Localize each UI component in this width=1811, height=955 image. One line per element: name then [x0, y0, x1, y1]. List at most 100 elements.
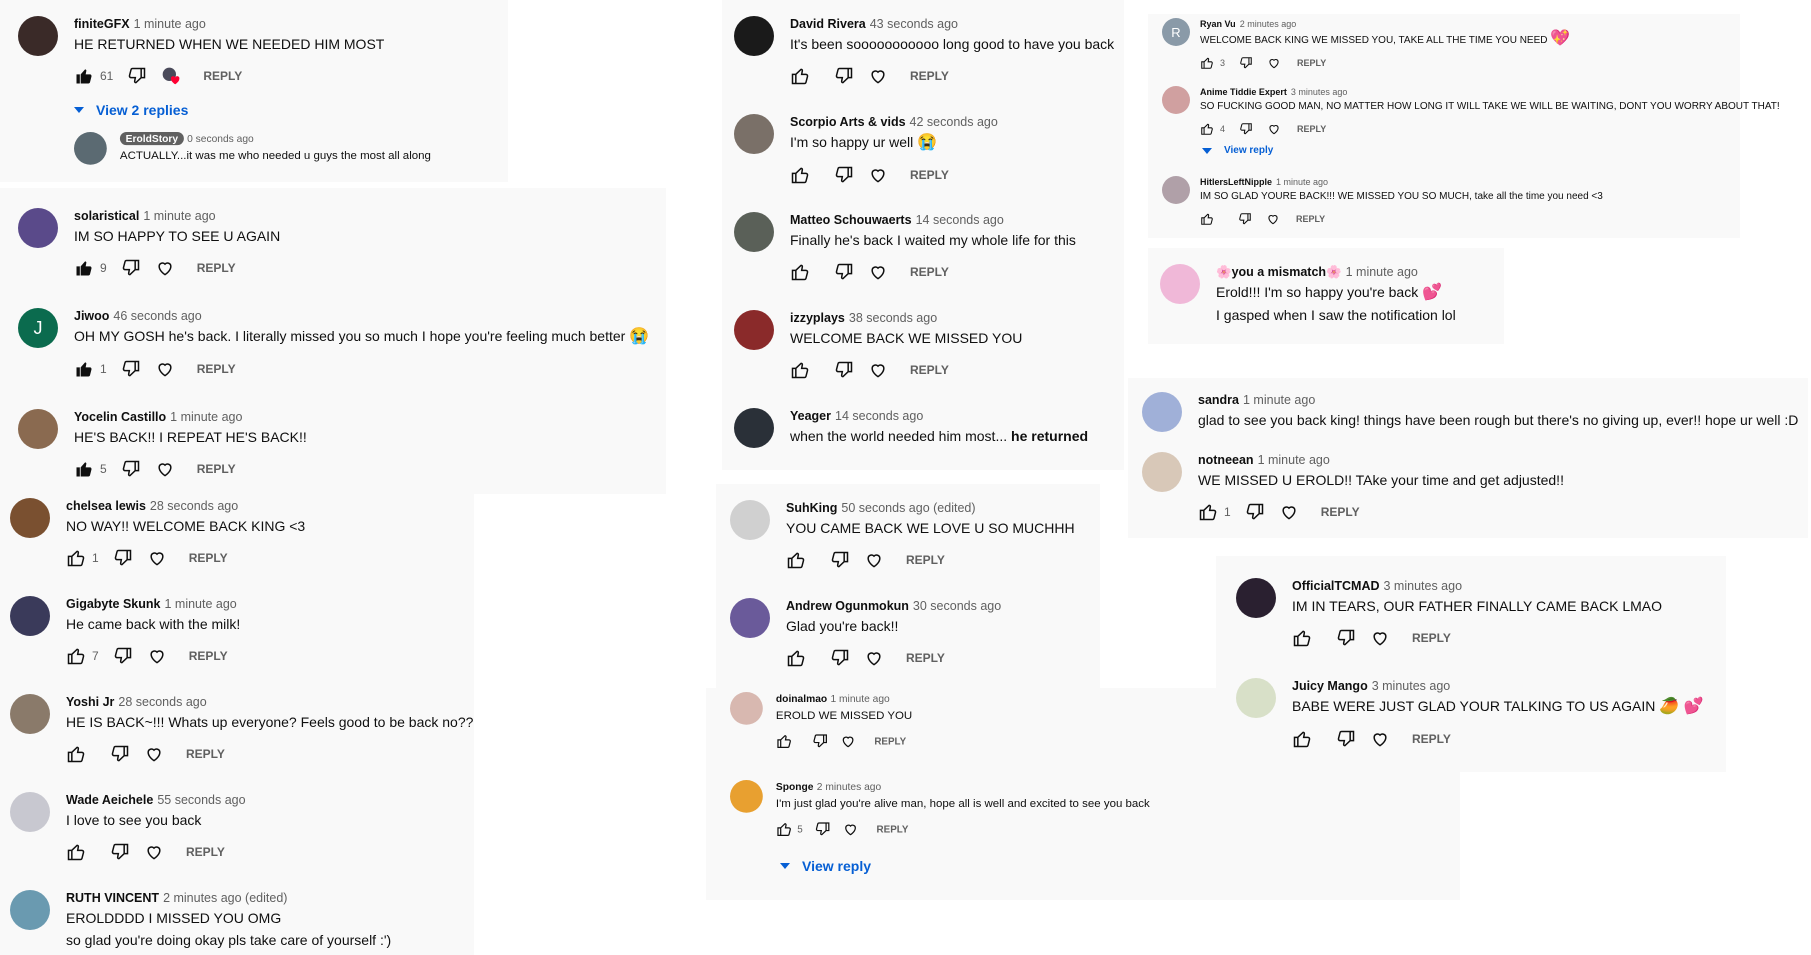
- dislike-icon[interactable]: [834, 165, 854, 185]
- reply-button[interactable]: REPLY: [189, 649, 228, 663]
- avatar[interactable]: [18, 16, 58, 56]
- dislike-icon[interactable]: [830, 550, 850, 570]
- dislike-icon[interactable]: [110, 842, 130, 862]
- dislike-icon[interactable]: [1239, 56, 1253, 70]
- author-name[interactable]: Scorpio Arts & vids: [790, 115, 906, 129]
- like-icon[interactable]: [66, 842, 86, 862]
- like-icon[interactable]: [66, 744, 86, 764]
- like-icon[interactable]: [74, 459, 94, 479]
- heart-icon[interactable]: [1279, 502, 1299, 522]
- heart-icon[interactable]: [842, 821, 858, 837]
- avatar[interactable]: [10, 498, 50, 538]
- dislike-icon[interactable]: [1336, 628, 1356, 648]
- reply-button[interactable]: REPLY: [197, 462, 236, 476]
- like-icon[interactable]: [790, 165, 810, 185]
- reply-button[interactable]: REPLY: [906, 553, 945, 567]
- reply-button[interactable]: REPLY: [197, 362, 236, 376]
- dislike-icon[interactable]: [834, 360, 854, 380]
- avatar[interactable]: [10, 694, 50, 734]
- dislike-icon[interactable]: [127, 66, 147, 86]
- dislike-icon[interactable]: [814, 821, 830, 837]
- author-name[interactable]: SuhKing: [786, 501, 837, 515]
- heart-icon[interactable]: [1267, 122, 1281, 136]
- avatar[interactable]: [1162, 86, 1190, 114]
- reply-button[interactable]: REPLY: [1297, 58, 1326, 68]
- reply-button[interactable]: REPLY: [910, 265, 949, 279]
- author-name[interactable]: 🌸you a mismatch🌸: [1216, 265, 1342, 279]
- like-icon[interactable]: [1200, 122, 1214, 136]
- reply-button[interactable]: REPLY: [1297, 124, 1326, 134]
- like-icon[interactable]: [66, 548, 86, 568]
- dislike-icon[interactable]: [1238, 212, 1252, 226]
- heart-icon[interactable]: [147, 548, 167, 568]
- like-icon[interactable]: [790, 262, 810, 282]
- dislike-icon[interactable]: [121, 258, 141, 278]
- reply-button[interactable]: REPLY: [203, 69, 242, 83]
- like-icon[interactable]: [1200, 212, 1214, 226]
- avatar[interactable]: [10, 890, 50, 930]
- author-name[interactable]: OfficialTCMAD: [1292, 579, 1380, 593]
- avatar[interactable]: J: [18, 308, 58, 348]
- heart-icon[interactable]: [868, 262, 888, 282]
- reply-button[interactable]: REPLY: [874, 735, 906, 746]
- reply-button[interactable]: REPLY: [189, 551, 228, 565]
- reply-button[interactable]: REPLY: [910, 69, 949, 83]
- heart-icon[interactable]: [1370, 729, 1390, 749]
- heart-icon[interactable]: [144, 744, 164, 764]
- author-name[interactable]: sandra: [1198, 393, 1239, 407]
- author-name[interactable]: EroldStory: [119, 132, 184, 146]
- avatar[interactable]: [1142, 392, 1182, 432]
- author-name[interactable]: Jiwoo: [74, 309, 109, 323]
- avatar[interactable]: [734, 408, 774, 448]
- heart-icon[interactable]: [155, 258, 175, 278]
- dislike-icon[interactable]: [834, 262, 854, 282]
- author-name[interactable]: Yoshi Jr: [66, 695, 114, 709]
- author-name[interactable]: doinalmao: [776, 693, 827, 704]
- heart-icon[interactable]: [1267, 56, 1281, 70]
- dislike-icon[interactable]: [812, 733, 828, 749]
- author-name[interactable]: Ryan Vu: [1200, 19, 1236, 29]
- like-icon[interactable]: [74, 66, 94, 86]
- author-name[interactable]: Juicy Mango: [1292, 679, 1368, 693]
- avatar[interactable]: [18, 208, 58, 248]
- reply-button[interactable]: REPLY: [1321, 505, 1360, 519]
- heart-icon[interactable]: [864, 550, 884, 570]
- like-icon[interactable]: [66, 646, 86, 666]
- author-name[interactable]: finiteGFX: [74, 17, 130, 31]
- avatar[interactable]: [734, 114, 774, 154]
- heart-icon[interactable]: [1370, 628, 1390, 648]
- like-icon[interactable]: [786, 550, 806, 570]
- author-name[interactable]: Yeager: [790, 409, 831, 423]
- dislike-icon[interactable]: [1245, 502, 1265, 522]
- avatar[interactable]: [1236, 678, 1276, 718]
- dislike-icon[interactable]: [121, 459, 141, 479]
- avatar[interactable]: [1236, 578, 1276, 618]
- avatar[interactable]: [730, 692, 763, 725]
- like-icon[interactable]: [790, 360, 810, 380]
- author-name[interactable]: RUTH VINCENT: [66, 891, 159, 905]
- heart-icon[interactable]: [155, 359, 175, 379]
- heart-icon[interactable]: [864, 648, 884, 668]
- author-name[interactable]: Andrew Ogunmokun: [786, 599, 909, 613]
- dislike-icon[interactable]: [113, 646, 133, 666]
- dislike-icon[interactable]: [110, 744, 130, 764]
- like-icon[interactable]: [1198, 502, 1218, 522]
- author-name[interactable]: Sponge: [776, 781, 814, 792]
- reply-button[interactable]: REPLY: [197, 261, 236, 275]
- author-name[interactable]: notneean: [1198, 453, 1254, 467]
- author-name[interactable]: David Rivera: [790, 17, 866, 31]
- author-name[interactable]: Yocelin Castillo: [74, 410, 166, 424]
- author-name[interactable]: chelsea lewis: [66, 499, 146, 513]
- author-name[interactable]: izzyplays: [790, 311, 845, 325]
- like-icon[interactable]: [776, 821, 792, 837]
- heart-icon[interactable]: [144, 842, 164, 862]
- like-icon[interactable]: [786, 648, 806, 668]
- reply-button[interactable]: REPLY: [1412, 732, 1451, 746]
- avatar[interactable]: [18, 409, 58, 449]
- heart-icon[interactable]: [840, 733, 856, 749]
- reply-button[interactable]: REPLY: [877, 823, 909, 834]
- author-name[interactable]: Anime Tiddie Expert: [1200, 87, 1287, 97]
- dislike-icon[interactable]: [121, 359, 141, 379]
- dislike-icon[interactable]: [834, 66, 854, 86]
- avatar[interactable]: R: [1162, 18, 1190, 46]
